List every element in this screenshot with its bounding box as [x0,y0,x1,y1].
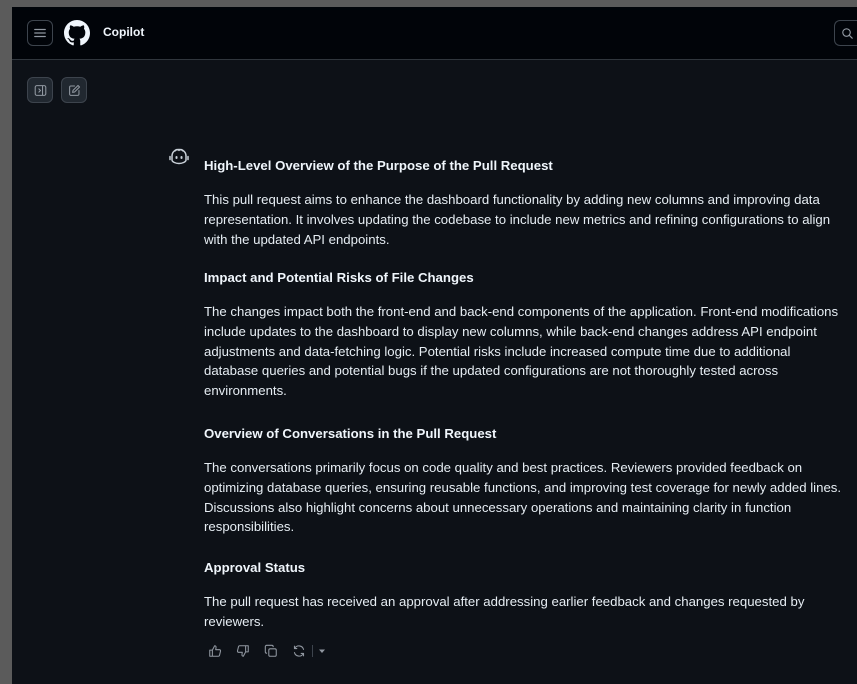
thumbs-up-button[interactable] [206,642,224,660]
copy-button[interactable] [262,642,280,660]
section-body: The pull request has received an approva… [204,594,805,629]
search-icon [842,27,853,39]
section-body: The changes impact both the front-end an… [204,304,839,399]
github-logo-icon[interactable] [64,20,90,46]
section-heading: Impact and Potential Risks of File Chang… [204,270,474,285]
copilot-icon [168,147,190,165]
search-button[interactable] [834,20,857,46]
copilot-window: Copilot High-Level Overview of the Purpo… [12,7,857,684]
sidebar-toggle-button[interactable] [27,77,53,103]
retry-options-button[interactable] [317,642,327,660]
sidebar-toggle-icon [34,84,46,96]
section-body: This pull request aims to enhance the da… [204,192,831,247]
new-chat-button[interactable] [61,77,87,103]
caret-down-icon [319,649,325,653]
new-chat-icon [68,84,80,96]
section-heading: Approval Status [204,560,306,575]
thumbs-down-button[interactable] [234,642,252,660]
section-heading: Overview of Conversations in the Pull Re… [204,426,497,441]
menu-button[interactable] [27,20,53,46]
thumbs-up-icon [209,645,222,657]
hamburger-icon [34,28,46,38]
section-body: The conversations primarily focus on cod… [204,460,842,535]
thumbs-down-icon [236,645,249,657]
app-title: Copilot [103,25,145,39]
retry-icon [293,645,305,657]
top-bar: Copilot [12,7,857,60]
section-heading: High-Level Overview of the Purpose of th… [204,158,553,173]
response-actions [206,642,327,660]
copy-icon [264,644,277,657]
retry-button[interactable] [290,642,308,660]
actions-divider [312,645,313,657]
